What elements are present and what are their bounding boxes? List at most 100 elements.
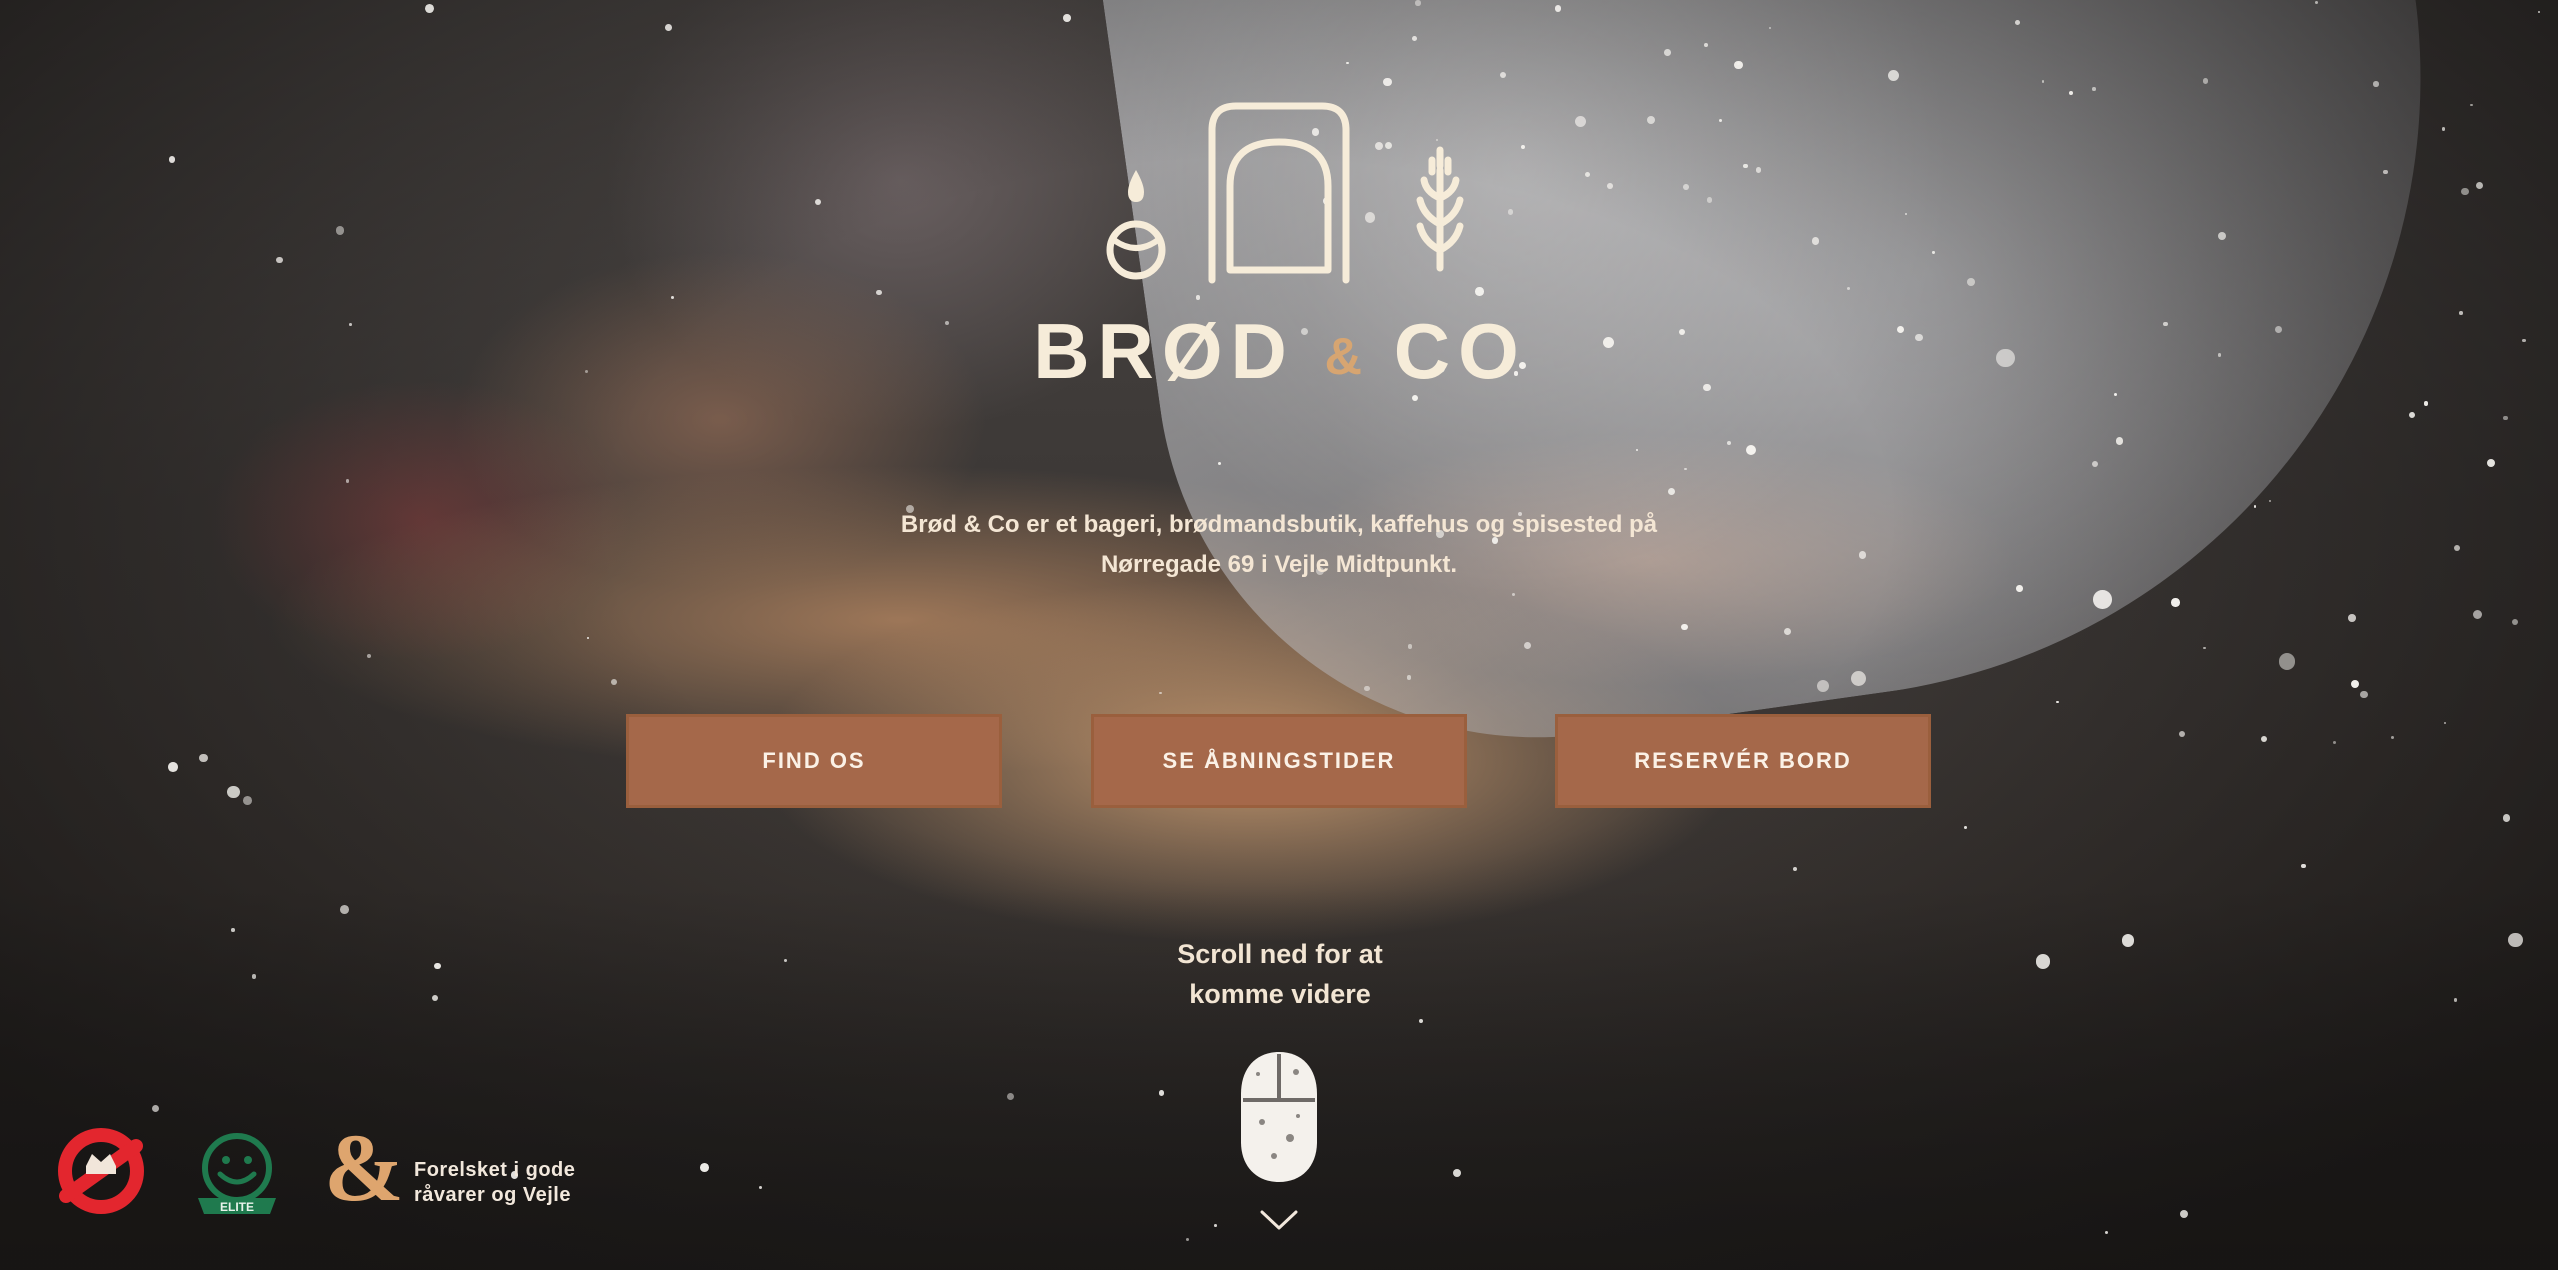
brand-wordmark: BRØD & CO bbox=[1020, 312, 1540, 390]
flour-speck bbox=[2274, 325, 2282, 333]
flour-speck bbox=[1904, 212, 1908, 215]
brand-ampersand: & bbox=[1324, 328, 1365, 386]
hero-tagline: Brød & Co er et bageri, brødmandsbutik, … bbox=[800, 505, 1758, 585]
brand-logo[interactable]: BRØD & CO bbox=[1020, 100, 1540, 410]
flour-speck bbox=[2408, 411, 2415, 418]
flour-speck bbox=[1914, 333, 1923, 342]
flour-speck bbox=[1407, 644, 1413, 649]
flour-speck bbox=[1213, 1224, 1217, 1227]
flour-speck bbox=[2441, 127, 2445, 131]
brand-name-left: BRØD bbox=[1033, 307, 1295, 395]
flour-speck bbox=[1511, 592, 1515, 596]
flour-speck bbox=[2332, 740, 2337, 744]
flour-speck bbox=[1706, 197, 1713, 203]
flour-speck bbox=[2116, 437, 2124, 445]
flour-speck bbox=[1768, 26, 1772, 30]
flour-speck bbox=[1602, 336, 1614, 348]
flour-speck bbox=[1383, 77, 1392, 87]
elite-smiley-icon: ELITE bbox=[198, 1133, 276, 1214]
flour-speck bbox=[1585, 171, 1591, 177]
flour-speck bbox=[1158, 1090, 1165, 1096]
flour-speck bbox=[876, 289, 882, 296]
flour-speck bbox=[1683, 184, 1689, 191]
chevron-down-icon[interactable] bbox=[1259, 1208, 1299, 1232]
bakery-oven-logo-icon bbox=[1106, 102, 1464, 284]
flour-speck bbox=[1726, 440, 1732, 446]
flour-speck bbox=[2036, 954, 2051, 969]
svg-text:&: & bbox=[324, 1120, 404, 1216]
flour-speck bbox=[1858, 550, 1867, 559]
reserve-table-button[interactable]: RESERVÉR BORD bbox=[1555, 714, 1931, 808]
flour-speck bbox=[168, 156, 176, 163]
scroll-hint-line-2: komme videre bbox=[1189, 979, 1371, 1009]
flour-speck bbox=[2092, 87, 2096, 91]
flour-speck bbox=[2171, 598, 2180, 607]
flour-speck bbox=[2014, 19, 2020, 25]
flour-speck bbox=[1364, 685, 1370, 691]
flour-speck bbox=[1668, 487, 1676, 495]
flour-speck bbox=[2278, 653, 2296, 670]
flour-speck bbox=[1406, 675, 1412, 680]
flour-speck bbox=[2383, 169, 2388, 175]
flour-speck bbox=[1792, 866, 1798, 871]
slogan-line-2: råvarer og Vejle bbox=[414, 1184, 571, 1206]
flour-speck bbox=[2350, 679, 2360, 689]
flour-speck bbox=[1932, 251, 1935, 254]
flour-speck bbox=[340, 904, 350, 914]
find-us-button[interactable]: FIND OS bbox=[626, 714, 1002, 808]
footer-slogan: Forelsket i gode råvarer og Vejle bbox=[414, 1158, 644, 1208]
flour-speck bbox=[1606, 183, 1613, 189]
mouse-icon bbox=[1241, 1052, 1317, 1182]
flour-speck bbox=[152, 1104, 160, 1112]
flour-speck bbox=[2203, 646, 2206, 649]
flour-speck bbox=[2202, 78, 2208, 84]
flour-speck bbox=[349, 322, 353, 326]
hero-section: BRØD & CO Brød & Co er et bageri, brødma… bbox=[0, 0, 2558, 1270]
flour-speck bbox=[1755, 167, 1762, 173]
flour-speck bbox=[2121, 933, 2135, 947]
flour-speck bbox=[2347, 614, 2356, 622]
flour-speck bbox=[231, 928, 235, 932]
tagline-line-1: Brød & Co er et bageri, brødmandsbutik, … bbox=[900, 511, 1658, 538]
flour-speck bbox=[1887, 70, 1899, 82]
flour-speck bbox=[2508, 932, 2523, 948]
flour-speck bbox=[1063, 14, 1071, 23]
flour-speck bbox=[2016, 585, 2023, 592]
brand-name-right: CO bbox=[1393, 307, 1527, 395]
flour-speck bbox=[2373, 81, 2379, 87]
slogan-line-1: Forelsket i gode bbox=[414, 1159, 576, 1181]
food-authority-crown-icon bbox=[58, 1128, 144, 1214]
flour-speck bbox=[168, 762, 178, 772]
flour-speck bbox=[2041, 80, 2045, 83]
opening-hours-button[interactable]: SE ÅBNINGSTIDER bbox=[1091, 714, 1467, 808]
flour-speck bbox=[1415, 0, 1421, 6]
flour-speck bbox=[251, 973, 257, 979]
ampersand-logo-icon: & bbox=[324, 1120, 404, 1216]
flour-speck bbox=[1523, 641, 1531, 649]
flour-speck bbox=[2163, 321, 2168, 327]
flour-speck bbox=[2360, 690, 2368, 699]
flour-speck bbox=[699, 1162, 709, 1172]
tagline-line-2: Nørregade 69 i Vejle Midtpunkt. bbox=[1100, 551, 1458, 578]
flour-speck bbox=[424, 3, 434, 13]
elite-label: ELITE bbox=[220, 1200, 254, 1214]
flour-speck bbox=[1963, 826, 1967, 829]
flour-speck bbox=[2093, 590, 2112, 609]
flour-speck bbox=[1850, 670, 1866, 686]
flour-speck bbox=[1684, 467, 1687, 471]
flour-speck bbox=[1346, 62, 1349, 65]
flour-speck bbox=[2459, 311, 2463, 315]
flour-speck bbox=[2502, 415, 2508, 421]
flour-speck bbox=[665, 23, 673, 31]
flour-speck bbox=[2502, 814, 2511, 822]
flour-speck bbox=[335, 226, 345, 235]
flour-speck bbox=[1967, 278, 1975, 287]
flour-speck bbox=[2443, 721, 2446, 724]
flour-speck bbox=[1703, 43, 1708, 47]
flour-speck bbox=[1664, 48, 1671, 56]
flour-speck bbox=[1411, 36, 1417, 42]
flour-speck bbox=[2470, 103, 2473, 107]
flour-speck bbox=[2522, 338, 2526, 343]
flour-speck bbox=[1703, 383, 1711, 392]
flour-speck bbox=[2453, 998, 2458, 1002]
